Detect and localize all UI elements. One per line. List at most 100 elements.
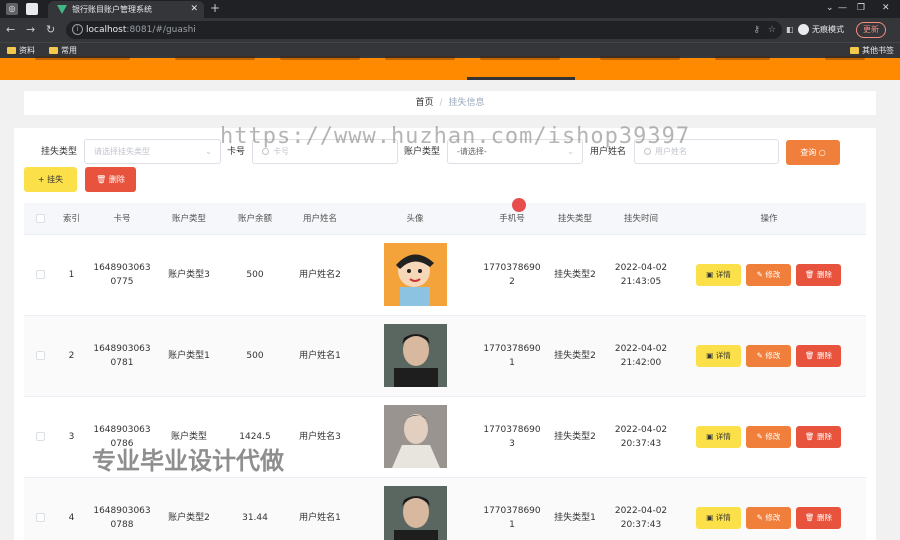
address-bar[interactable]: i localhost:8081/#/guashi ⚷ ☆ [66, 21, 782, 39]
new-tab-icon[interactable]: + [210, 0, 220, 17]
incognito-label: 无痕模式 [812, 25, 844, 34]
cell-balance: 500 [246, 351, 264, 361]
cell-user-name: 用户姓名2 [299, 270, 341, 280]
restore-icon[interactable]: ❐ [857, 0, 865, 17]
edit-button[interactable]: ✎ 修改 [746, 426, 791, 448]
cell-account-type: 账户类型3 [168, 270, 210, 280]
sidebar-icon[interactable]: ◧ [786, 21, 794, 39]
nav-item[interactable] [35, 56, 130, 60]
forward-icon[interactable]: → [26, 22, 35, 38]
edit-button[interactable]: ✎ 修改 [746, 264, 791, 286]
table-row: 1 1648903063 0775 账户类型3 500 用户姓名2 1770378690 … [24, 235, 866, 316]
cell-phone: 1770378690 1 [483, 344, 541, 368]
header-loss-type: 挂失类型 [557, 214, 592, 224]
row-delete-button[interactable]: 🗑 删除 [796, 345, 841, 367]
nav-active-indicator [467, 77, 575, 80]
loss-type-label: 挂失类型 [41, 147, 78, 157]
cell-time: 2022-04-02 20:37:43 [614, 506, 668, 530]
cell-index: 1 [68, 270, 75, 280]
top-navigation [0, 56, 900, 80]
bookmark-folder[interactable]: 资料 [7, 43, 35, 59]
cell-time: 2022-04-02 20:37:43 [614, 425, 668, 449]
table-row: 2 1648903063 0781 账户类型1 500 用户姓名1 1770378690 … [24, 316, 866, 397]
cell-balance: 31.44 [242, 513, 268, 523]
cell-card: 1648903063 0781 [93, 344, 151, 368]
browser-tab[interactable]: 银行账目账户管理系统 ✕ [48, 1, 204, 18]
detail-button[interactable]: ▣ 详情 [696, 264, 741, 286]
cell-phone: 1770378690 3 [483, 425, 541, 449]
cell-index: 3 [68, 432, 75, 442]
update-button[interactable]: 更新 [856, 22, 886, 38]
tab-search-icon[interactable] [26, 3, 38, 15]
cell-phone: 1770378690 1 [483, 506, 541, 530]
avatar [384, 324, 447, 387]
detail-button[interactable]: ▣ 详情 [696, 426, 741, 448]
edit-button[interactable]: ✎ 修改 [746, 345, 791, 367]
site-info-icon[interactable]: i [72, 24, 83, 35]
mouse-cursor-icon [512, 198, 526, 212]
breadcrumb-home[interactable]: 首页 [415, 98, 433, 108]
select-all-checkbox[interactable] [36, 214, 45, 223]
detail-button[interactable]: ▣ 详情 [696, 345, 741, 367]
close-tab-icon[interactable]: ✕ [190, 1, 198, 18]
row-checkbox[interactable] [36, 270, 45, 279]
reload-icon[interactable]: ↻ [46, 22, 55, 38]
cell-user-name: 用户姓名3 [299, 432, 341, 442]
cell-index: 4 [68, 513, 75, 523]
cell-account-type: 账户类型1 [168, 351, 210, 361]
cell-index: 2 [68, 351, 75, 361]
breadcrumb-current: 挂失信息 [448, 98, 485, 108]
close-window-icon[interactable]: ✕ [882, 0, 890, 17]
bulk-delete-button[interactable]: 🗑 删除 [85, 167, 136, 192]
header-user-name: 用户姓名 [302, 214, 337, 224]
browser-tab-bar: ◎ 银行账目账户管理系统 ✕ + ⌄ — ❐ ✕ [0, 0, 900, 18]
avatar [384, 405, 447, 468]
bookmark-star-icon[interactable]: ☆ [768, 21, 776, 39]
incognito-indicator[interactable]: 无痕模式 [798, 21, 854, 39]
header-account-type: 账户类型 [171, 214, 206, 224]
row-checkbox[interactable] [36, 513, 45, 522]
loss-type-placeholder: 请选择挂失类型 [94, 147, 150, 156]
nav-item[interactable] [600, 56, 680, 60]
breadcrumb-separator: / [439, 98, 443, 108]
cell-loss-type: 挂失类型2 [554, 432, 596, 442]
nav-item-active[interactable] [480, 56, 560, 60]
url-host: localhost [86, 25, 127, 35]
nav-item[interactable] [825, 56, 865, 60]
header-avatar: 头像 [406, 214, 424, 224]
watermark-url: https://www.huzhan.com/ishop39397 [220, 124, 691, 149]
row-delete-button[interactable]: 🗑 删除 [796, 264, 841, 286]
browser-menu-icon[interactable]: ◎ [6, 3, 18, 15]
chevron-down-icon[interactable]: ⌄ [826, 0, 834, 17]
avatar [384, 486, 447, 540]
cell-account-type: 账户类型2 [168, 513, 210, 523]
loss-type-select[interactable]: 请选择挂失类型 ⌄ [84, 139, 221, 164]
chevron-down-icon: ⌄ [205, 147, 212, 156]
search-icon [644, 148, 651, 155]
row-checkbox[interactable] [36, 432, 45, 441]
key-icon[interactable]: ⚷ [753, 21, 760, 39]
cell-loss-type: 挂失类型1 [554, 513, 596, 523]
row-delete-button[interactable]: 🗑 删除 [796, 507, 841, 529]
detail-button[interactable]: ▣ 详情 [696, 507, 741, 529]
row-delete-button[interactable]: 🗑 删除 [796, 426, 841, 448]
minimize-icon[interactable]: — [838, 0, 847, 17]
nav-item[interactable] [280, 56, 360, 60]
edit-button[interactable]: ✎ 修改 [746, 507, 791, 529]
back-icon[interactable]: ← [6, 22, 15, 38]
cell-user-name: 用户姓名1 [299, 351, 341, 361]
avatar [384, 243, 447, 306]
row-checkbox[interactable] [36, 351, 45, 360]
nav-item[interactable] [385, 56, 455, 60]
header-actions: 操作 [760, 214, 778, 224]
nav-item[interactable] [175, 56, 255, 60]
nav-item[interactable] [715, 56, 770, 60]
search-icon [262, 148, 269, 155]
cell-phone: 1770378690 2 [483, 263, 541, 287]
add-loss-button[interactable]: + 挂失 [24, 167, 77, 192]
cell-card: 1648903063 0775 [93, 263, 151, 287]
header-card: 卡号 [113, 214, 131, 224]
cell-card: 1648903063 0788 [93, 506, 151, 530]
incognito-icon [798, 24, 809, 35]
search-button[interactable]: 查询 ○ [786, 140, 840, 165]
